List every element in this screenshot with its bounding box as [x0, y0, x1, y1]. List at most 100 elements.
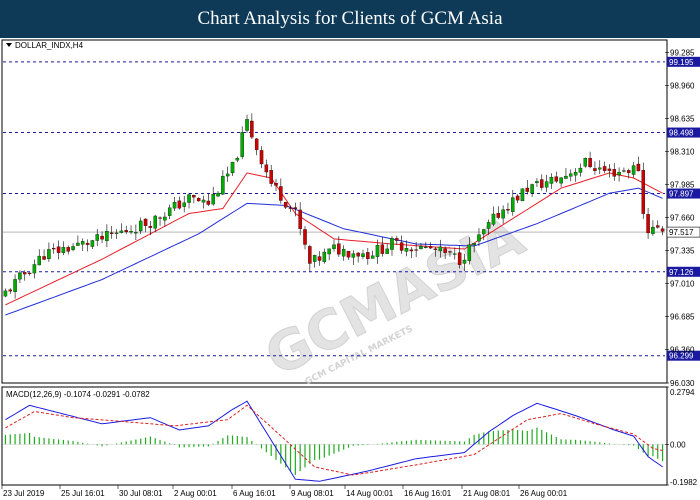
- candle-body: [230, 161, 235, 174]
- candle-body: [177, 200, 182, 209]
- candle-body: [525, 187, 530, 192]
- candle-body: [293, 207, 298, 209]
- candle-body: [134, 232, 138, 234]
- candle-body: [167, 207, 172, 216]
- candle-body: [206, 200, 211, 205]
- symbol-label: DOLLAR_INDX,H4: [15, 41, 84, 50]
- macd-label: MACD(12,26,9) -0.1074 -0.0291 -0.0782: [6, 390, 150, 399]
- price-tick-label: 96.030: [670, 379, 695, 388]
- candle-body: [119, 230, 124, 233]
- candle-body: [37, 255, 41, 266]
- candle-body: [588, 158, 592, 168]
- candle-body: [627, 170, 631, 174]
- candle-body: [288, 207, 293, 209]
- candle-body: [656, 225, 660, 228]
- candle-body: [80, 241, 85, 245]
- candle-body: [100, 235, 104, 240]
- candle-body: [76, 242, 80, 246]
- candle-body: [274, 182, 278, 186]
- candle-body: [395, 238, 399, 241]
- candle-body: [322, 251, 327, 262]
- candle-body: [385, 248, 389, 254]
- candle-body: [3, 290, 8, 297]
- candle-body: [631, 165, 636, 175]
- candle-body: [192, 195, 196, 198]
- candle-body: [51, 248, 56, 250]
- candle-body: [399, 242, 404, 251]
- candle-body: [56, 246, 61, 253]
- time-tick-label: 23 Jul 2019: [3, 489, 45, 498]
- candle-body: [163, 216, 167, 221]
- candle-body: [201, 199, 206, 203]
- candle-body: [308, 246, 312, 264]
- time-tick-label: 16 Aug 16:01: [404, 489, 452, 498]
- candle-body: [124, 230, 128, 233]
- price-tick-label: 98.960: [670, 82, 695, 91]
- candle-body: [496, 213, 501, 218]
- candle-body: [85, 242, 90, 245]
- candle-body: [462, 259, 467, 264]
- time-tick-label: 2 Aug 00:01: [174, 489, 217, 498]
- candle-body: [390, 238, 394, 250]
- candle-body: [216, 192, 220, 197]
- candle-body: [438, 246, 443, 252]
- candle-body: [148, 226, 153, 228]
- candle-body: [540, 179, 544, 188]
- candle-body: [187, 194, 191, 203]
- candle-body: [138, 220, 143, 232]
- candle-body: [424, 246, 428, 248]
- candle-body: [18, 272, 22, 280]
- candle-body: [433, 248, 438, 251]
- symbol-header: DOLLAR_INDX,H4: [6, 41, 84, 50]
- candle-body: [535, 181, 539, 183]
- candle-body: [607, 168, 612, 171]
- price-tick-label: 96.360: [670, 346, 695, 355]
- time-tick-label: 14 Aug 00:01: [346, 489, 394, 498]
- level-label: 97.897: [669, 190, 694, 199]
- candle-body: [279, 186, 283, 201]
- macd-tick-label: 0.2794: [670, 388, 695, 397]
- candle-body: [651, 226, 655, 234]
- candle-body: [341, 248, 346, 257]
- price-tick-label: 97.985: [670, 181, 695, 190]
- price-tick-label: 97.660: [670, 214, 695, 223]
- candle-body: [419, 246, 423, 250]
- candle-body: [71, 246, 75, 250]
- price-tick-label: 97.335: [670, 247, 695, 256]
- candle-body: [414, 249, 418, 251]
- price-tick-label: 98.310: [670, 148, 695, 157]
- macd-pane: [1, 386, 668, 486]
- candle-body: [332, 244, 336, 249]
- time-tick-label: 26 Aug 00:01: [520, 489, 568, 498]
- candle-body: [453, 253, 457, 255]
- level-label: 99.195: [669, 58, 694, 67]
- price-tick-label: 97.010: [670, 280, 695, 289]
- candle-body: [235, 157, 240, 161]
- candle-body: [317, 256, 322, 261]
- candle-body: [250, 120, 254, 138]
- candle-body: [153, 215, 157, 229]
- candle-body: [409, 249, 414, 252]
- candle-body: [467, 244, 472, 261]
- candle-body: [482, 229, 486, 235]
- candle-body: [298, 209, 302, 230]
- candle-body: [361, 253, 365, 257]
- price-chart: GCMASIA GCM CAPITAL MARKETS 99.19598.498…: [0, 38, 700, 500]
- candle-body: [27, 272, 32, 274]
- candle-body: [211, 194, 215, 205]
- candle-body: [491, 213, 496, 225]
- candle-body: [457, 252, 462, 265]
- chart-title-banner: Chart Analysis for Clients of GCM Asia: [0, 0, 700, 38]
- candle-body: [443, 248, 447, 253]
- candle-body: [269, 170, 273, 184]
- candle-body: [196, 198, 201, 202]
- candle-body: [221, 176, 225, 195]
- candle-body: [129, 230, 133, 233]
- candle-body: [564, 175, 568, 179]
- candle-body: [283, 202, 288, 208]
- candle-body: [612, 169, 617, 177]
- candle-body: [114, 232, 119, 234]
- candle-body: [404, 248, 409, 252]
- candle-body: [636, 163, 641, 172]
- candle-body: [370, 255, 375, 259]
